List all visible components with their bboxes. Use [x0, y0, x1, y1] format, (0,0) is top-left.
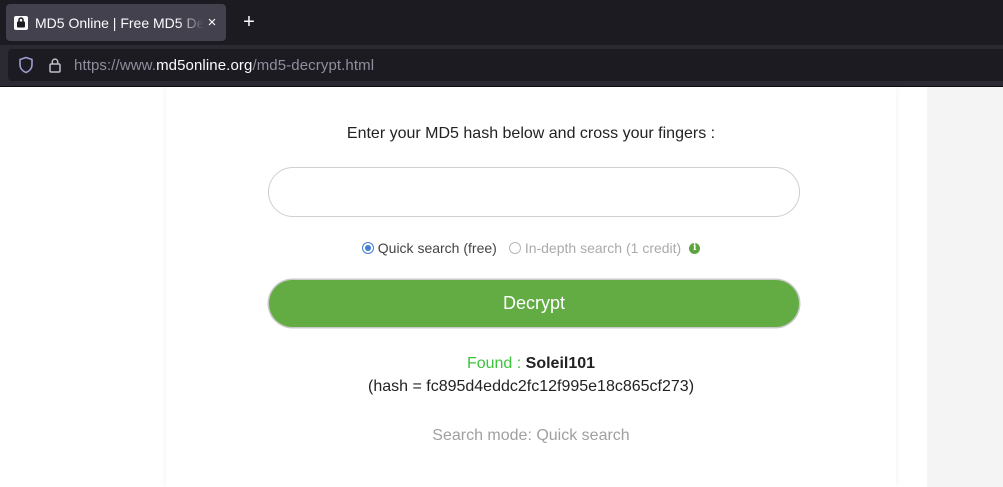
in-depth-search-radio[interactable] — [508, 242, 521, 254]
decrypt-card: Enter your MD5 hash below and cross your… — [166, 87, 896, 487]
info-icon[interactable]: i — [689, 242, 701, 254]
in-depth-search-option[interactable]: In-depth search (1 credit) — [508, 240, 682, 256]
url-text[interactable]: https://www.md5online.org/md5-decrypt.ht… — [74, 57, 374, 74]
result-block: Found : Soleil101 (hash = fc895d4eddc2fc… — [166, 355, 896, 396]
address-bar[interactable]: https://www.md5online.org/md5-decrypt.ht… — [8, 49, 1003, 81]
decrypt-button[interactable]: Decrypt — [269, 280, 799, 327]
url-path: /md5-decrypt.html — [252, 56, 375, 74]
shield-icon[interactable] — [18, 56, 34, 74]
instructions-text: Enter your MD5 hash below and cross your… — [346, 125, 716, 142]
right-side-panel — [927, 87, 1003, 487]
page-viewport: Enter your MD5 hash below and cross your… — [0, 87, 1003, 487]
new-tab-button[interactable]: + — [238, 11, 260, 33]
quick-search-option[interactable]: Quick search (free) — [361, 240, 497, 256]
tab-bar: MD5 Online | Free MD5 Decryption × + — [0, 0, 1003, 45]
in-depth-search-label: In-depth search (1 credit) — [524, 240, 682, 256]
search-mode-text: Search mode: Quick search — [432, 427, 630, 444]
tab-title: MD5 Online | Free MD5 Decryption — [35, 14, 204, 31]
found-label: Found : — [466, 355, 526, 372]
url-host: md5online.org — [156, 56, 253, 74]
close-tab-icon[interactable]: × — [204, 14, 220, 31]
search-mode-options: Quick search (free) In-depth search (1 c… — [166, 240, 896, 256]
navigation-bar: https://www.md5online.org/md5-decrypt.ht… — [0, 45, 1003, 87]
found-value: Soleil101 — [525, 355, 596, 372]
lock-icon[interactable] — [48, 57, 62, 73]
quick-search-radio[interactable] — [361, 242, 374, 254]
browser-tab[interactable]: MD5 Online | Free MD5 Decryption × — [6, 4, 226, 41]
hash-input[interactable] — [268, 167, 800, 217]
found-line: Found : Soleil101 — [166, 355, 896, 373]
hash-text: (hash = fc895d4eddc2fc12f995e18c865cf273… — [367, 378, 695, 395]
url-prefix: https://www. — [74, 56, 157, 74]
quick-search-label: Quick search (free) — [377, 240, 497, 256]
lock-favicon-icon — [14, 15, 28, 30]
